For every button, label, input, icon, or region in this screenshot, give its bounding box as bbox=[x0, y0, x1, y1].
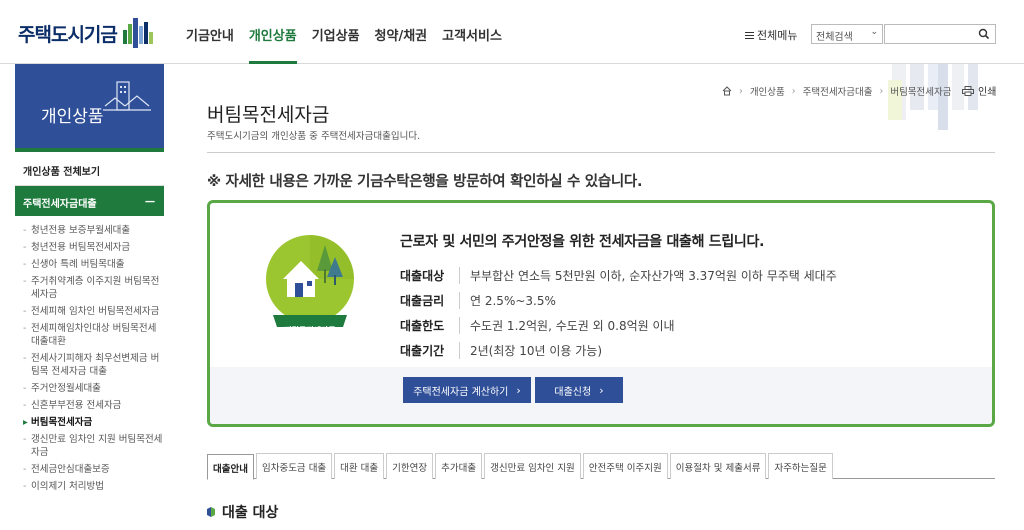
sidebar-category-label: 주택전세자금대출 bbox=[23, 199, 97, 210]
content-tabs: 대출안내 임차중도금 대출 대환 대출 기한연장 추가대출 갱신만료 임차인 지… bbox=[207, 453, 995, 480]
all-menu-button[interactable]: 전체메뉴 bbox=[745, 27, 797, 43]
loan-calculator-button[interactable]: 주택전세자금 계산하기 › bbox=[403, 377, 531, 403]
info-value: 2년(최장 10년 이용 가능) bbox=[470, 344, 603, 358]
tab-additional-loan[interactable]: 추가대출 bbox=[435, 453, 483, 479]
section-heading: 대출 대상 bbox=[207, 502, 278, 522]
search-category-value: 전체검색 bbox=[816, 32, 853, 43]
gnb-item-subscription-bonds[interactable]: 청약/채권 bbox=[375, 0, 428, 64]
tab-safe-housing[interactable]: 안전주택 이주지원 bbox=[582, 453, 668, 479]
logo-text: 주택도시기금 bbox=[18, 23, 118, 46]
sidebar-item[interactable]: 주거안정월세대출 bbox=[23, 382, 164, 395]
gnb-item-personal-products[interactable]: 개인상품 bbox=[248, 0, 297, 64]
tab-procedure-documents[interactable]: 이용절차 및 제출서류 bbox=[669, 453, 767, 479]
info-label: 대출기간 bbox=[400, 342, 460, 359]
tab-loan-guide[interactable]: 대출안내 bbox=[207, 454, 254, 480]
collapse-icon: － bbox=[143, 195, 156, 209]
tab-renewal-support[interactable]: 갱신만료 임차인 지원 bbox=[484, 453, 581, 479]
breadcrumb-item[interactable]: 개인상품 bbox=[750, 84, 785, 98]
sidebar-item[interactable]: 전세금안심대출보증 bbox=[23, 463, 164, 476]
tab-extension[interactable]: 기한연장 bbox=[386, 453, 434, 479]
gnb-item-customer-service[interactable]: 고객서비스 bbox=[442, 0, 502, 64]
all-menu-label: 전체메뉴 bbox=[757, 29, 798, 42]
print-label: 인쇄 bbox=[978, 87, 997, 98]
sidebar-hero: 개인상품 bbox=[15, 64, 164, 152]
chevron-down-icon: ⌄ bbox=[870, 27, 878, 37]
hamburger-icon bbox=[745, 30, 754, 41]
building-icon bbox=[103, 81, 151, 111]
sidebar-item[interactable]: 전세피해 임차인 버팀목전세자금 bbox=[23, 305, 164, 318]
logo-mark-icon bbox=[122, 18, 153, 48]
sidebar-item[interactable]: 청년전용 버팀목전세자금 bbox=[23, 241, 164, 254]
loan-apply-label: 대출신청 bbox=[554, 386, 592, 398]
loan-apply-button[interactable]: 대출신청 › bbox=[535, 377, 623, 403]
home-icon[interactable] bbox=[722, 86, 732, 96]
gnb-item-fund-info[interactable]: 기금안내 bbox=[186, 0, 234, 64]
tab-refinance-loan[interactable]: 대환 대출 bbox=[334, 453, 385, 479]
product-lead: 근로자 및 서민의 주거안정을 위한 전세자금을 대출해 드립니다. bbox=[400, 234, 765, 250]
tab-interim-loan[interactable]: 임차중도금 대출 bbox=[255, 453, 333, 479]
info-value: 연 2.5%~3.5% bbox=[470, 294, 556, 308]
product-summary-box: 버팀목전세자금 근로자 및 서민의 주거안정을 위한 전세자금을 대출해 드립니… bbox=[207, 200, 995, 427]
sidebar-hero-title: 개인상품 bbox=[41, 107, 104, 127]
sidebar-item[interactable]: 갱신만료 임차인 지원 버팀목전세자금 bbox=[23, 433, 164, 459]
info-value: 수도권 1.2억원, 수도권 외 0.8억원 이내 bbox=[470, 319, 675, 333]
notice-text: ※ 자세한 내용은 가까운 기금수탁은행을 방문하여 확인하실 수 있습니다. bbox=[207, 174, 643, 190]
chevron-right-icon: › bbox=[516, 383, 521, 397]
house-emblem-icon bbox=[266, 235, 354, 327]
section-mark-icon bbox=[207, 507, 215, 517]
chevron-right-icon: › bbox=[879, 85, 884, 97]
sidebar-all-view[interactable]: 개인상품 전체보기 bbox=[15, 152, 164, 186]
global-nav: 기금안내 개인상품 기업상품 청약/채권 고객서비스 bbox=[186, 0, 517, 64]
info-row-limit: 대출한도 수도권 1.2억원, 수도권 외 0.8억원 이내 bbox=[400, 317, 675, 334]
breadcrumb-item[interactable]: 주택전세자금대출 bbox=[803, 84, 873, 98]
chevron-right-icon: › bbox=[791, 85, 796, 97]
page-subtitle: 주택도시기금의 개인상품 중 주택전세자금대출입니다. bbox=[207, 131, 421, 142]
chevron-right-icon: › bbox=[599, 383, 604, 397]
info-row-period: 대출기간 2년(최장 10년 이용 가능) bbox=[400, 342, 602, 359]
print-button[interactable]: 인쇄 bbox=[962, 83, 996, 98]
sidebar-item[interactable]: 전세사기피해자 최우선변제금 버팀목 전세자금 대출 bbox=[23, 352, 164, 378]
info-row-target: 대출대상 부부합산 연소득 5천만원 이하, 순자산가액 3.37억원 이하 무… bbox=[400, 267, 837, 284]
site-header: 주택도시기금 기금안내 개인상품 기업상품 청약/채권 고객서비스 전체메뉴 전… bbox=[0, 0, 1024, 64]
site-logo[interactable]: 주택도시기금 bbox=[18, 18, 155, 48]
page-title: 버팀목전세자금 bbox=[207, 104, 330, 126]
breadcrumb-item-current: 버팀목전세자금 bbox=[890, 87, 952, 98]
sidebar-item[interactable]: 주거취약계층 이주지원 버팀목전세자금 bbox=[23, 275, 164, 301]
chevron-right-icon: › bbox=[739, 85, 743, 97]
sidebar-item[interactable]: 전세피해임차인대상 버팀목전세대출대환 bbox=[23, 322, 164, 348]
sidebar: 개인상품 개인상품 전체보기 주택전세자금대출 － 청년전용 보증부월세대출 청… bbox=[15, 64, 164, 530]
sidebar-item[interactable]: 신생아 특례 버팀목대출 bbox=[23, 258, 164, 271]
breadcrumb: › 개인상품 › 주택전세자금대출 › 버팀목전세자금 bbox=[722, 84, 952, 98]
info-label: 대출대상 bbox=[400, 267, 460, 284]
sidebar-item[interactable]: 이의제기 처리방법 bbox=[23, 480, 164, 493]
info-row-rate: 대출금리 연 2.5%~3.5% bbox=[400, 292, 556, 309]
sidebar-item[interactable]: 청년전용 보증부월세대출 bbox=[23, 224, 164, 237]
info-label: 대출한도 bbox=[400, 317, 460, 334]
gnb-item-corporate-products[interactable]: 기업상품 bbox=[312, 0, 360, 64]
sidebar-item[interactable]: 신혼부부전용 전세자금 bbox=[23, 399, 164, 412]
tab-faq[interactable]: 자주하는질문 bbox=[768, 453, 833, 479]
sidebar-item-active[interactable]: 버팀목전세자금 bbox=[23, 416, 164, 429]
printer-icon bbox=[962, 85, 974, 96]
info-value: 부부합산 연소득 5천만원 이하, 순자산가액 3.37억원 이하 무주택 세대… bbox=[470, 269, 837, 283]
sidebar-list: 청년전용 보증부월세대출 청년전용 버팀목전세자금 신생아 특례 버팀목대출 주… bbox=[15, 216, 164, 493]
search-icon[interactable] bbox=[976, 26, 992, 42]
divider bbox=[207, 152, 995, 153]
section-title: 대출 대상 bbox=[222, 505, 279, 521]
sidebar-category-housing-loan[interactable]: 주택전세자금대출 － bbox=[15, 186, 164, 216]
search-category-select[interactable]: 전체검색 ⌄ bbox=[811, 24, 883, 44]
emblem-label: 버팀목전세자금 bbox=[284, 326, 336, 335]
loan-calculator-label: 주택전세자금 계산하기 bbox=[413, 386, 509, 398]
info-label: 대출금리 bbox=[400, 292, 460, 309]
